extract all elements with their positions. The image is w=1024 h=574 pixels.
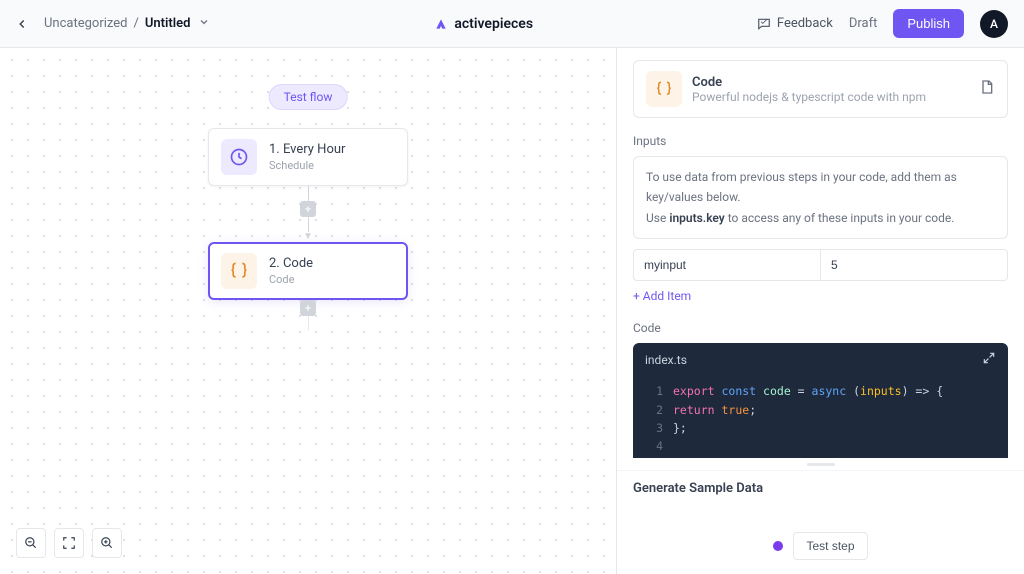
input-value-field[interactable] bbox=[820, 249, 1008, 281]
chevron-left-icon bbox=[15, 17, 29, 31]
inputs-help-line-1: To use data from previous steps in your … bbox=[646, 167, 995, 208]
fit-view-icon bbox=[62, 536, 76, 550]
flow-node-trigger[interactable]: 1. Every Hour Schedule bbox=[208, 128, 408, 186]
flow-node-code[interactable]: 2. Code Code bbox=[208, 242, 408, 300]
input-key-field[interactable] bbox=[633, 249, 820, 281]
piece-subtitle: Powerful nodejs & typescript code with n… bbox=[692, 90, 969, 104]
expand-editor-button[interactable] bbox=[982, 351, 996, 368]
input-row bbox=[633, 249, 1008, 281]
braces-icon bbox=[221, 253, 257, 289]
docs-button[interactable] bbox=[979, 79, 995, 99]
feedback-button[interactable]: Feedback bbox=[757, 16, 833, 31]
feedback-label: Feedback bbox=[777, 16, 833, 31]
code-editor[interactable]: index.ts 1export const code = async (inp… bbox=[633, 343, 1008, 458]
brand-name: activepieces bbox=[454, 16, 533, 32]
publish-button[interactable]: Publish bbox=[893, 9, 964, 38]
sample-data-section: Generate Sample Data Test step bbox=[617, 470, 1024, 574]
code-section-label: Code bbox=[633, 321, 1008, 335]
zoom-out-icon bbox=[24, 536, 38, 550]
add-step-button[interactable]: + bbox=[300, 300, 316, 316]
braces-icon bbox=[646, 71, 682, 107]
test-flow-button[interactable]: Test flow bbox=[269, 84, 348, 110]
zoom-in-button[interactable] bbox=[92, 528, 122, 558]
inputs-help-box: To use data from previous steps in your … bbox=[633, 156, 1008, 239]
piece-header: Code Powerful nodejs & typescript code w… bbox=[633, 60, 1008, 118]
sample-data-title: Generate Sample Data bbox=[633, 481, 1008, 496]
flow-canvas[interactable]: Test flow 1. Every Hour Schedule + ▼ bbox=[0, 48, 616, 574]
add-step-button[interactable]: + bbox=[300, 201, 316, 217]
draft-label: Draft bbox=[849, 16, 878, 31]
breadcrumb-title[interactable]: Untitled bbox=[145, 16, 191, 31]
breadcrumb-sep: / bbox=[133, 16, 138, 31]
clock-icon bbox=[221, 139, 257, 175]
app-header: Uncategorized / Untitled activepieces Fe… bbox=[0, 0, 1024, 48]
arrow-down-icon: ▼ bbox=[303, 232, 313, 242]
flow-connector: + ▼ bbox=[300, 186, 316, 242]
panel-resize-handle[interactable] bbox=[617, 458, 1024, 470]
test-step-button[interactable]: Test step bbox=[793, 532, 867, 560]
avatar[interactable]: A bbox=[980, 10, 1008, 38]
chevron-down-icon[interactable] bbox=[198, 16, 210, 32]
back-button[interactable] bbox=[10, 12, 34, 36]
zoom-in-icon bbox=[100, 536, 114, 550]
breadcrumb-category[interactable]: Uncategorized bbox=[44, 16, 127, 31]
node-title: 1. Every Hour bbox=[269, 142, 395, 157]
draft-status[interactable]: Draft bbox=[849, 16, 878, 31]
node-title: 2. Code bbox=[269, 256, 395, 271]
code-body[interactable]: 1export const code = async (inputs) => {… bbox=[633, 376, 1008, 458]
expand-icon bbox=[982, 351, 996, 365]
breadcrumb: Uncategorized / Untitled bbox=[44, 16, 210, 32]
zoom-out-button[interactable] bbox=[16, 528, 46, 558]
brand-logo-icon bbox=[434, 17, 448, 31]
node-subtitle: Schedule bbox=[269, 159, 395, 172]
brand: activepieces bbox=[434, 16, 533, 32]
flow-tail: + bbox=[300, 300, 316, 330]
inputs-help-line-2: Use inputs.key to access any of these in… bbox=[646, 208, 995, 228]
inputs-section-label: Inputs bbox=[633, 134, 1008, 148]
step-settings-panel: Code Powerful nodejs & typescript code w… bbox=[616, 48, 1024, 574]
piece-title: Code bbox=[692, 75, 969, 90]
node-subtitle: Code bbox=[269, 273, 395, 286]
code-filename: index.ts bbox=[645, 353, 687, 367]
feedback-icon bbox=[757, 17, 771, 31]
document-icon bbox=[979, 79, 995, 95]
status-dot-icon bbox=[773, 541, 783, 551]
add-item-button[interactable]: + Add Item bbox=[633, 289, 691, 303]
fit-view-button[interactable] bbox=[54, 528, 84, 558]
